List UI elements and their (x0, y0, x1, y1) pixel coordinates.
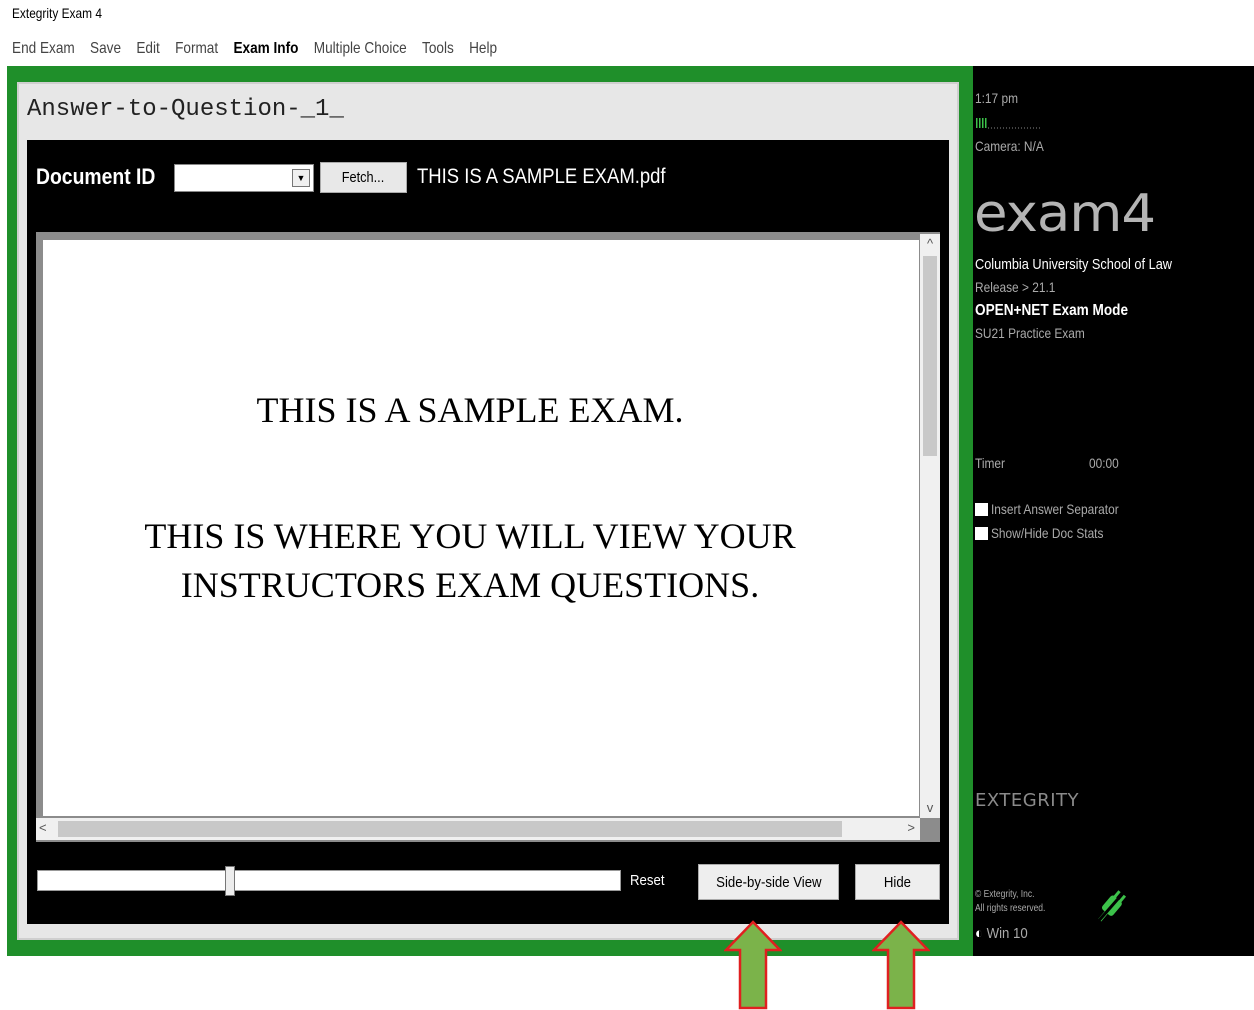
menu-tools[interactable]: Tools (422, 40, 454, 58)
exam-name: SU21 Practice Exam (975, 325, 1085, 341)
zoom-slider-track[interactable] (37, 870, 621, 891)
document-id-select[interactable]: ▼ (174, 164, 314, 192)
window-title: Extegrity Exam 4 (12, 5, 102, 21)
os-version: Win 10 (986, 925, 1028, 942)
menu-exam-info[interactable]: Exam Info (233, 40, 298, 58)
side-by-side-view-button[interactable]: Side-by-side View (698, 864, 839, 900)
fetch-button-label: Fetch... (342, 169, 385, 186)
show-hide-doc-stats-checkbox[interactable]: Show/Hide Doc Stats (975, 525, 1123, 541)
menu-edit[interactable]: Edit (136, 40, 159, 58)
document-line-3: INSTRUCTORS EXAM QUESTIONS. (180, 565, 760, 605)
zoom-slider-handle[interactable] (224, 866, 235, 896)
checkbox-box[interactable] (975, 526, 988, 540)
scroll-right-icon[interactable]: > (907, 820, 915, 835)
scroll-left-icon[interactable]: < (39, 820, 47, 835)
hide-button[interactable]: Hide (855, 864, 940, 900)
exam4-window: Extegrity Exam 4 End Exam Save Edit Form… (0, 0, 1254, 1010)
copyright-line-2: All rights reserved. (975, 903, 1046, 914)
side-by-side-label: Side-by-side View (715, 873, 822, 891)
os-label: ◐ Win 10 (975, 925, 1028, 942)
timer-value: 00:00 (1089, 455, 1119, 471)
document-filename: THIS IS A SAMPLE EXAM.pdf (417, 165, 666, 188)
insert-answer-separator-label: Insert Answer Separator (991, 501, 1119, 517)
menu-end-exam[interactable]: End Exam (12, 40, 75, 58)
horizontal-scrollbar[interactable]: < > (36, 818, 920, 840)
menu-format[interactable]: Format (175, 40, 218, 58)
release-version: Release > 21.1 (975, 279, 1056, 295)
exam-mode: OPEN+NET Exam Mode (975, 302, 1129, 319)
menu-multiple-choice[interactable]: Multiple Choice (314, 40, 407, 58)
horizontal-scroll-thumb[interactable] (58, 821, 842, 837)
clock-time: 1:17 pm (975, 90, 1019, 106)
copyright-line-1: © Extegrity, Inc. (975, 889, 1035, 900)
vertical-scrollbar[interactable]: ^ v (920, 234, 940, 818)
school-name: Columbia University School of Law (975, 256, 1173, 273)
copyright: © Extegrity, Inc. All rights reserved. (975, 888, 1045, 916)
exam4-logo: exam4 (974, 184, 1156, 244)
hide-label: Hide (883, 873, 912, 891)
show-hide-doc-stats-label: Show/Hide Doc Stats (991, 525, 1104, 541)
answer-title[interactable]: Answer-to-Question-_1_ (27, 96, 344, 123)
menu-help[interactable]: Help (469, 40, 497, 58)
dropdown-arrow-icon[interactable]: ▼ (292, 169, 310, 187)
camera-status: Camera: N/A (975, 138, 1044, 154)
document-line-2: THIS IS WHERE YOU WILL VIEW YOUR (144, 516, 796, 556)
signal-strength-icon (976, 118, 1042, 129)
menu-bar: End Exam Save Edit Format Exam Info Mult… (12, 40, 512, 58)
up-arrow-annotation-icon (872, 920, 930, 1010)
scroll-down-icon[interactable]: v (920, 800, 940, 816)
insert-answer-separator-checkbox[interactable]: Insert Answer Separator (975, 501, 1141, 517)
document-line-1: THIS IS A SAMPLE EXAM. (256, 390, 684, 430)
vertical-scroll-thumb[interactable] (923, 256, 937, 456)
up-arrow-annotation-icon (724, 920, 782, 1010)
document-id-label: Document ID (36, 164, 156, 189)
timer-label: Timer (975, 455, 1005, 471)
fetch-button[interactable]: Fetch... (320, 162, 407, 193)
half-circle-icon: ◐ (975, 925, 983, 942)
extegrity-logo: EXTEGRITY (975, 790, 1080, 811)
plug-icon (1094, 890, 1127, 925)
checkbox-box[interactable] (975, 502, 988, 516)
menu-save[interactable]: Save (90, 40, 121, 58)
reset-button[interactable]: Reset (630, 872, 664, 889)
scroll-up-icon[interactable]: ^ (920, 236, 940, 252)
